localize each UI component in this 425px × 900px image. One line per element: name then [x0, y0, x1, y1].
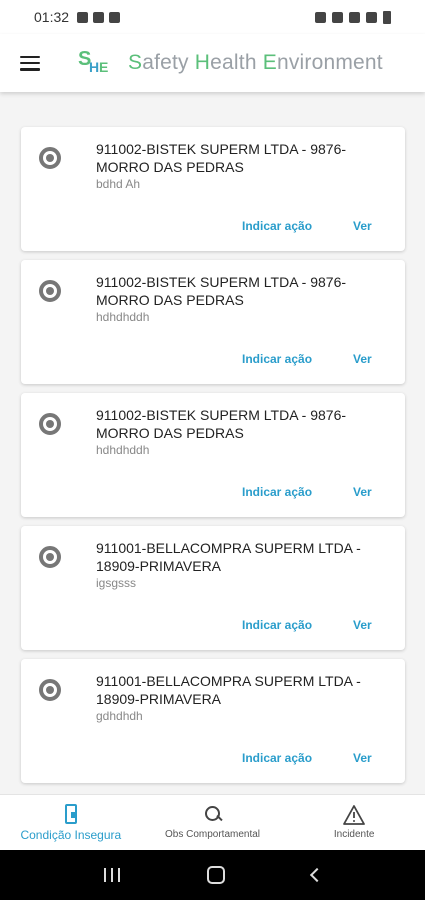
indicate-action-button[interactable]: Indicar ação	[242, 485, 312, 499]
system-nav-bar	[0, 850, 425, 900]
check-icon	[109, 11, 121, 23]
record-subtitle: gdhdhdh	[96, 709, 143, 723]
record-title: 911001-BELLACOMPRA SUPERM LTDA - 18909-P…	[96, 540, 361, 574]
nav-label: Condição Insegura	[20, 827, 122, 842]
indicate-action-button[interactable]: Indicar ação	[242, 751, 312, 765]
phone-alert-icon	[64, 803, 77, 824]
signal-icon	[366, 11, 377, 23]
warning-icon	[343, 805, 366, 825]
mute-icon	[332, 11, 343, 23]
record-title: 911002-BISTEK SUPERM LTDA - 9876-MORRO D…	[96, 407, 347, 441]
record-subtitle: bdhd Ah	[96, 177, 141, 191]
record-card: 911002-BISTEK SUPERM LTDA - 9876-MORRO D…	[21, 393, 405, 517]
nav-behavioral-obs[interactable]: Obs Comportamental	[142, 795, 284, 850]
indicate-action-button[interactable]: Indicar ação	[242, 618, 312, 632]
menu-icon[interactable]	[20, 55, 40, 71]
search-icon	[203, 805, 223, 825]
radio-icon[interactable]	[39, 280, 61, 302]
wifi-icon	[349, 11, 360, 23]
radio-icon[interactable]	[39, 679, 61, 701]
view-button[interactable]: Ver	[353, 618, 372, 632]
record-title: 911002-BISTEK SUPERM LTDA - 9876-MORRO D…	[96, 141, 347, 175]
app-bar: S H E Safety Health Environment	[0, 34, 425, 92]
she-logo: S H E	[78, 48, 109, 75]
record-title: 911001-BELLACOMPRA SUPERM LTDA - 18909-P…	[96, 673, 361, 707]
record-subtitle: igsgsss	[96, 576, 137, 590]
nav-label: Incidente	[333, 829, 375, 840]
view-button[interactable]: Ver	[353, 751, 372, 765]
radio-icon[interactable]	[39, 147, 61, 169]
indicate-action-button[interactable]: Indicar ação	[242, 219, 312, 233]
alarm-icon	[315, 11, 326, 23]
nav-unsafe-condition[interactable]: Condição Insegura	[0, 795, 142, 850]
home-icon[interactable]	[206, 866, 225, 884]
record-subtitle: hdhdhddh	[96, 310, 150, 324]
status-bar: 01:32	[0, 0, 425, 34]
record-title: 911002-BISTEK SUPERM LTDA - 9876-MORRO D…	[96, 274, 347, 308]
bottom-nav: Condição Insegura Obs Comportamental Inc…	[0, 794, 425, 850]
screen-icon	[93, 11, 105, 23]
notification-icons	[77, 11, 121, 23]
system-icons	[315, 10, 391, 24]
record-card: 911002-BISTEK SUPERM LTDA - 9876-MORRO D…	[21, 260, 405, 384]
gallery-icon	[77, 11, 89, 23]
recents-icon[interactable]	[103, 868, 120, 882]
radio-icon[interactable]	[39, 546, 61, 568]
status-time: 01:32	[34, 9, 70, 25]
view-button[interactable]: Ver	[353, 485, 372, 499]
back-icon[interactable]	[309, 867, 324, 883]
record-card: 911002-BISTEK SUPERM LTDA - 9876-MORRO D…	[21, 127, 405, 251]
record-card: 911001-BELLACOMPRA SUPERM LTDA - 18909-P…	[21, 526, 405, 650]
view-button[interactable]: Ver	[353, 352, 372, 366]
radio-icon[interactable]	[39, 413, 61, 435]
battery-icon	[383, 10, 391, 24]
record-list[interactable]: 911002-BISTEK SUPERM LTDA - 9876-MORRO D…	[0, 92, 425, 794]
app-title: Safety Health Environment	[128, 51, 383, 74]
nav-incident[interactable]: Incidente	[283, 795, 425, 850]
record-subtitle: hdhdhddh	[96, 443, 150, 457]
indicate-action-button[interactable]: Indicar ação	[242, 352, 312, 366]
view-button[interactable]: Ver	[353, 219, 372, 233]
nav-label: Obs Comportamental	[164, 829, 261, 840]
record-card: 911001-BELLACOMPRA SUPERM LTDA - 18909-P…	[21, 659, 405, 783]
